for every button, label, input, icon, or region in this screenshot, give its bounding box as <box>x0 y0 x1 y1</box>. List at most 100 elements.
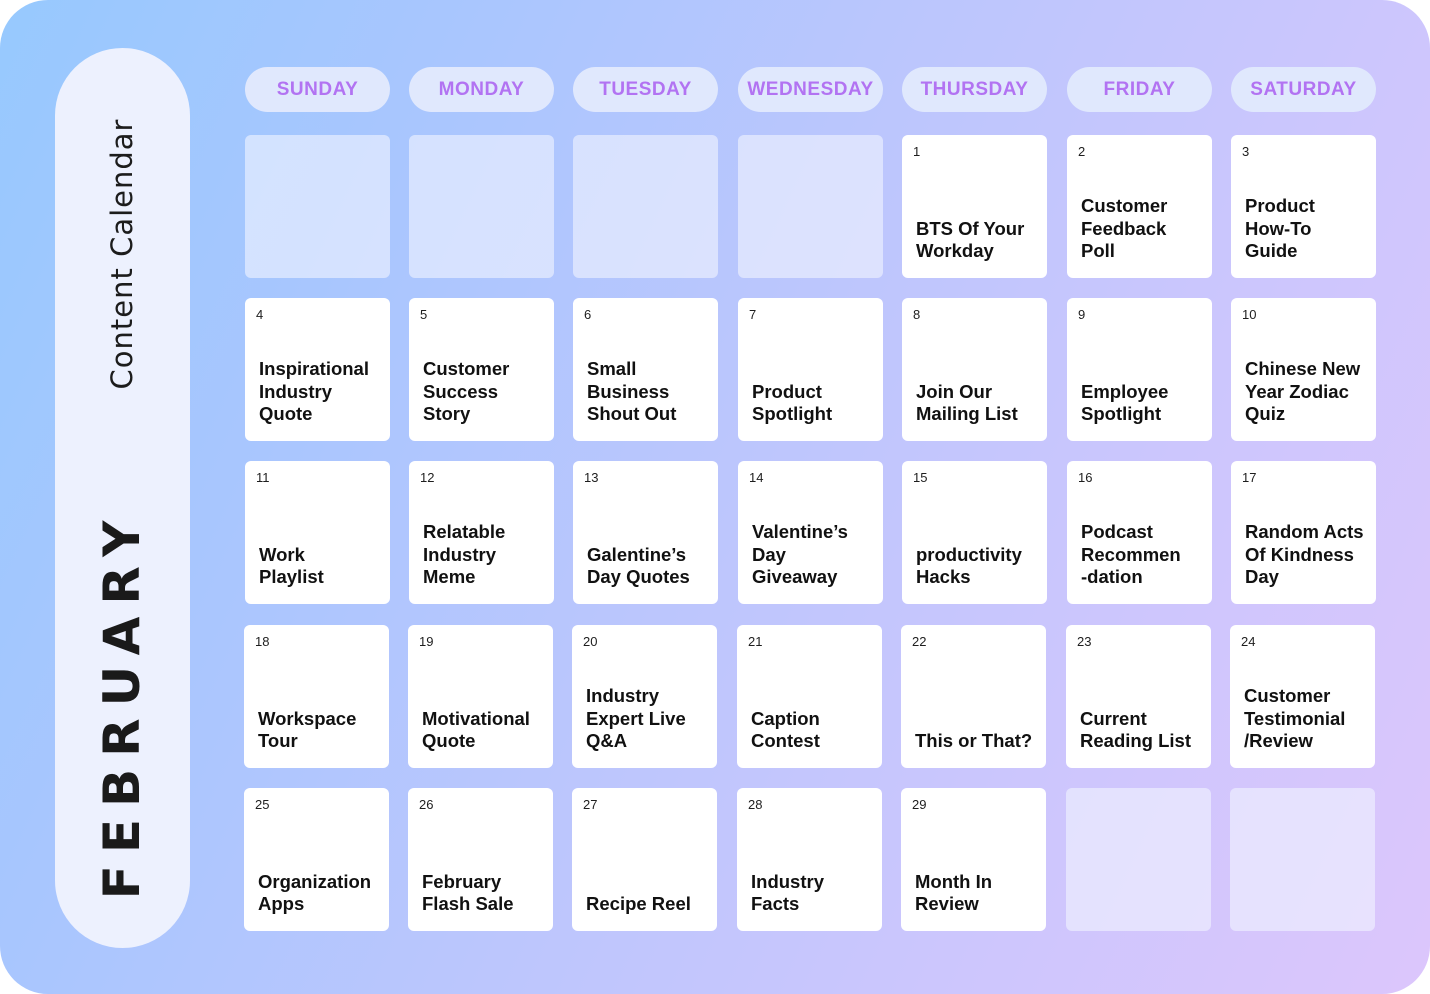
day-number: 28 <box>748 797 763 812</box>
content-topic: Industry Expert Live Q&A <box>586 684 686 752</box>
content-topic: Product Spotlight <box>752 380 833 425</box>
content-topic: Random Acts Of Kindness Day <box>1245 520 1364 588</box>
day-cell[interactable]: 2 Customer Feedback Poll <box>1067 135 1212 278</box>
weekday-header-wednesday: WEDNESDAY <box>738 67 883 112</box>
content-topic: Valentine’s Day Giveaway <box>752 520 848 588</box>
day-number: 23 <box>1077 634 1092 649</box>
content-topic: Month In Review <box>915 870 993 915</box>
weekday-header-saturday: SATURDAY <box>1231 67 1376 112</box>
weekday-header-thursday: THURSDAY <box>902 67 1047 112</box>
content-topic: Industry Facts <box>751 870 824 915</box>
content-topic: This or That? <box>915 730 1033 752</box>
content-topic: Small Business Shout Out <box>587 357 677 425</box>
empty-day-cell <box>573 135 718 278</box>
day-number: 9 <box>1078 307 1086 322</box>
day-cell[interactable]: 9 Employee Spotlight <box>1067 298 1212 441</box>
day-cell[interactable]: 12 Relatable Industry Meme <box>409 461 554 604</box>
day-number: 3 <box>1242 144 1250 159</box>
empty-day-cell <box>409 135 554 278</box>
content-topic: February Flash Sale <box>422 870 514 915</box>
content-topic: Join Our Mailing List <box>916 380 1018 425</box>
empty-day-cell <box>1230 788 1375 931</box>
content-topic: Customer Feedback Poll <box>1081 194 1168 262</box>
weekday-header-sunday: SUNDAY <box>245 67 390 112</box>
day-number: 14 <box>749 470 764 485</box>
day-cell[interactable]: 24 Customer Testimonial /Review <box>1230 625 1375 768</box>
content-topic: productivity Hacks <box>916 543 1022 588</box>
day-number: 6 <box>584 307 592 322</box>
day-cell[interactable]: 16 Podcast Recommen -dation <box>1067 461 1212 604</box>
content-topic: Chinese New Year Zodiac Quiz <box>1245 357 1361 425</box>
day-number: 11 <box>256 470 270 485</box>
day-number: 12 <box>420 470 435 485</box>
content-topic: Work Playlist <box>259 543 324 588</box>
empty-day-cell <box>245 135 390 278</box>
day-cell[interactable]: 14 Valentine’s Day Giveaway <box>738 461 883 604</box>
day-cell[interactable]: 17 Random Acts Of Kindness Day <box>1231 461 1376 604</box>
day-cell[interactable]: 4 Inspirational Industry Quote <box>245 298 390 441</box>
day-number: 18 <box>255 634 270 649</box>
content-topic: Podcast Recommen -dation <box>1081 520 1181 588</box>
day-number: 27 <box>583 797 598 812</box>
content-topic: Employee Spotlight <box>1081 380 1169 425</box>
day-number: 1 <box>913 144 921 159</box>
content-topic: Relatable Industry Meme <box>423 520 506 588</box>
day-cell[interactable]: 23 Current Reading List <box>1066 625 1211 768</box>
empty-day-cell <box>738 135 883 278</box>
content-topic: Current Reading List <box>1080 707 1192 752</box>
day-number: 29 <box>912 797 927 812</box>
day-number: 20 <box>583 634 598 649</box>
day-cell[interactable]: 29 Month In Review <box>901 788 1046 931</box>
content-topic: Customer Success Story <box>423 357 510 425</box>
weekday-header-monday: MONDAY <box>409 67 554 112</box>
weekday-header-tuesday: TUESDAY <box>573 67 718 112</box>
day-cell[interactable]: 11 Work Playlist <box>245 461 390 604</box>
day-cell[interactable]: 13 Galentine’s Day Quotes <box>573 461 718 604</box>
empty-day-cell <box>1066 788 1211 931</box>
day-number: 5 <box>420 307 428 322</box>
day-number: 10 <box>1242 307 1257 322</box>
day-number: 21 <box>748 634 763 649</box>
day-number: 16 <box>1078 470 1093 485</box>
content-calendar-board: Content Calendar FEBRUARY SUNDAY MONDAY … <box>0 0 1430 994</box>
day-cell[interactable]: 3 Product How-To Guide <box>1231 135 1376 278</box>
day-cell[interactable]: 22 This or That? <box>901 625 1046 768</box>
day-cell[interactable]: 20 Industry Expert Live Q&A <box>572 625 717 768</box>
day-cell[interactable]: 19 Motivational Quote <box>408 625 553 768</box>
content-topic: Motivational Quote <box>422 707 530 752</box>
day-number: 2 <box>1078 144 1086 159</box>
day-number: 4 <box>256 307 264 322</box>
content-topic: Product How-To Guide <box>1245 194 1315 262</box>
content-topic: Customer Testimonial /Review <box>1244 684 1346 752</box>
day-cell[interactable]: 8 Join Our Mailing List <box>902 298 1047 441</box>
day-number: 13 <box>584 470 599 485</box>
content-topic: Recipe Reel <box>586 893 691 915</box>
day-number: 22 <box>912 634 927 649</box>
content-topic: Galentine’s Day Quotes <box>587 543 690 588</box>
weekday-header-friday: FRIDAY <box>1067 67 1212 112</box>
day-number: 26 <box>419 797 434 812</box>
content-topic: Caption Contest <box>751 707 820 752</box>
day-cell[interactable]: 5 Customer Success Story <box>409 298 554 441</box>
day-cell[interactable]: 15 productivity Hacks <box>902 461 1047 604</box>
day-cell[interactable]: 18 Workspace Tour <box>244 625 389 768</box>
content-topic: Workspace Tour <box>258 707 357 752</box>
day-cell[interactable]: 25 Organization Apps <box>244 788 389 931</box>
calendar-subtitle: Content Calendar <box>105 118 139 390</box>
content-topic: Inspirational Industry Quote <box>259 357 369 425</box>
day-cell[interactable]: 10 Chinese New Year Zodiac Quiz <box>1231 298 1376 441</box>
day-number: 25 <box>255 797 270 812</box>
day-cell[interactable]: 7 Product Spotlight <box>738 298 883 441</box>
day-number: 24 <box>1241 634 1256 649</box>
day-cell[interactable]: 21 Caption Contest <box>737 625 882 768</box>
day-cell[interactable]: 1 BTS Of Your Workday <box>902 135 1047 278</box>
day-cell[interactable]: 28 Industry Facts <box>737 788 882 931</box>
day-number: 19 <box>419 634 434 649</box>
day-number: 7 <box>749 307 757 322</box>
day-number: 17 <box>1242 470 1257 485</box>
month-title: FEBRUARY <box>93 508 151 900</box>
day-number: 15 <box>913 470 928 485</box>
day-cell[interactable]: 6 Small Business Shout Out <box>573 298 718 441</box>
day-cell[interactable]: 27 Recipe Reel <box>572 788 717 931</box>
day-cell[interactable]: 26 February Flash Sale <box>408 788 553 931</box>
